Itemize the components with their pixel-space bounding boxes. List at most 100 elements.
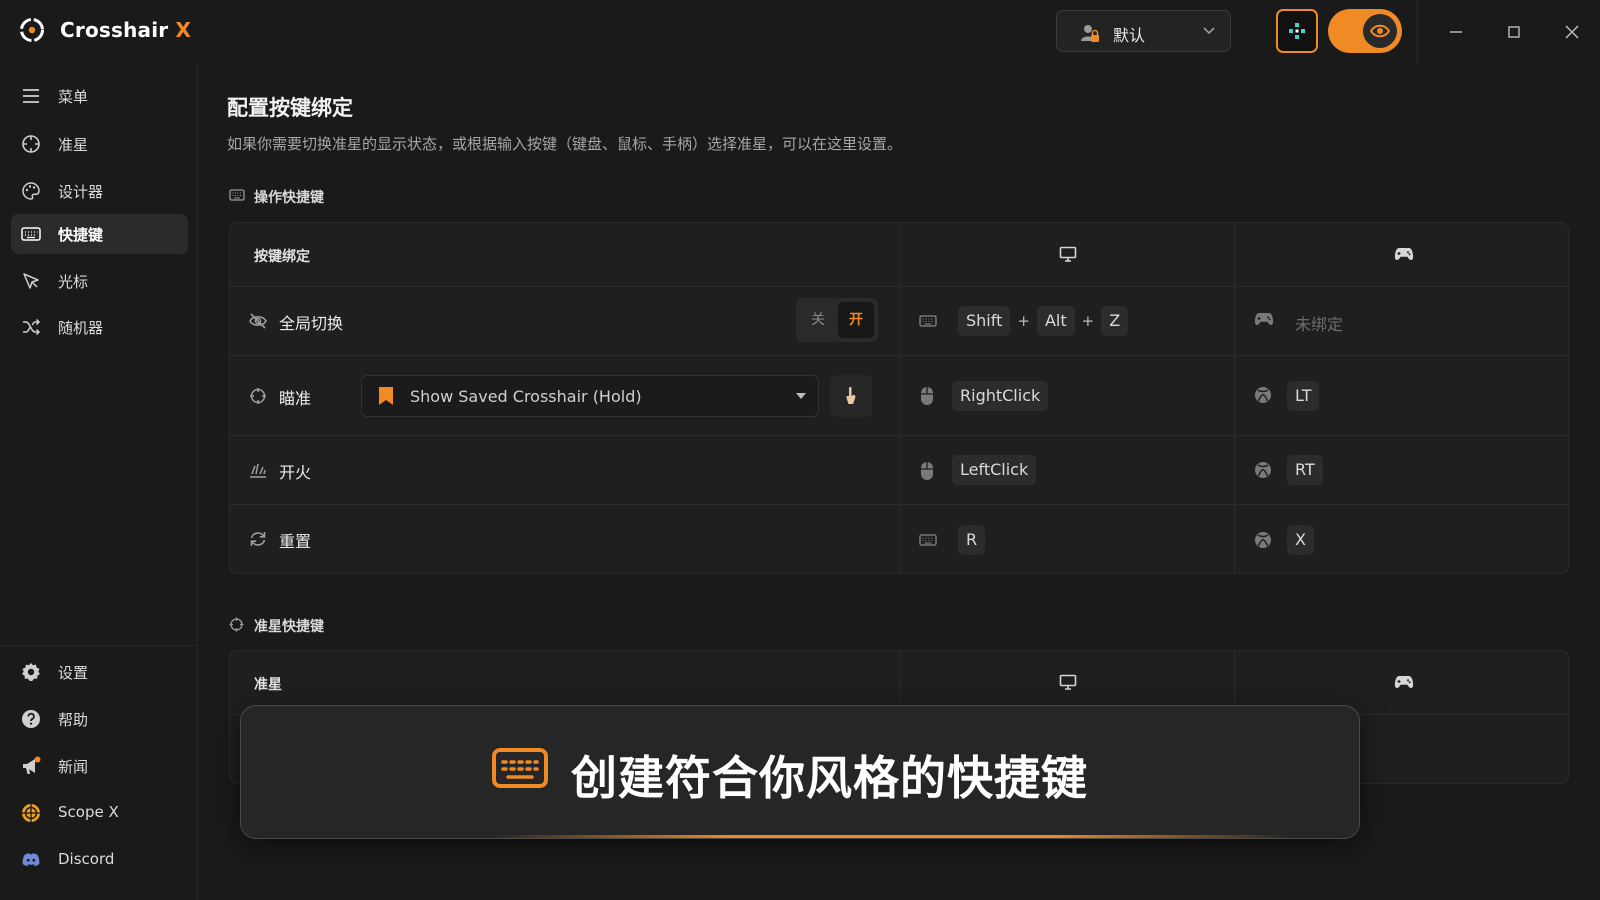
page-title: 配置按键绑定 (227, 96, 353, 120)
shuffle-icon (21, 317, 41, 337)
close-icon (1565, 25, 1579, 39)
maximize-button[interactable] (1502, 20, 1526, 44)
crosshair-action-dropdown[interactable]: Show Saved Crosshair (Hold) (361, 375, 819, 417)
gamepad-keybind-unbound[interactable]: 未绑定 (1295, 311, 1343, 335)
pc-keybind[interactable]: LeftClick (952, 455, 1037, 485)
sidebar-item-settings[interactable]: 设置 (11, 652, 188, 692)
sidebar-item-label: 随机器 (58, 319, 104, 337)
chevron-down-icon (1202, 26, 1216, 36)
app-title: Crosshair X (60, 18, 191, 42)
gamepad-icon (1394, 674, 1414, 690)
caret-down-icon (796, 393, 806, 399)
key-cap: X (1287, 525, 1314, 555)
app-title-suffix: X (175, 18, 192, 42)
key-cap: RightClick (952, 381, 1049, 411)
gamepad-keybind[interactable]: RT (1287, 455, 1323, 485)
minimize-icon (1450, 31, 1462, 33)
table-header: 按键绑定 (230, 223, 1568, 287)
sidebar-item-designer[interactable]: 设计器 (11, 171, 188, 211)
eye-icon (1370, 24, 1390, 38)
cursor-icon (21, 271, 41, 291)
monitor-icon (1059, 674, 1077, 690)
table-header-label: 按键绑定 (254, 249, 310, 265)
row-label: 开火 (279, 463, 312, 482)
sidebar-item-discord[interactable]: Discord (11, 840, 188, 880)
key-cap: Alt (1036, 306, 1075, 336)
profile-selector[interactable]: 默认 (1056, 10, 1231, 52)
close-button[interactable] (1560, 20, 1584, 44)
sidebar-item-randomizer[interactable]: 随机器 (11, 307, 188, 347)
app-logo-icon (18, 16, 46, 44)
table-row-aim: 瞄准 Show Saved Crosshair (Hold) RightClic… (230, 356, 1568, 436)
key-plus: + (1081, 312, 1095, 330)
pc-keybind[interactable]: R (958, 525, 986, 555)
keyboard-icon (919, 314, 937, 328)
table-row-fire: 开火 LeftClick RT (230, 436, 1568, 505)
key-cap: LT (1287, 381, 1320, 411)
sidebar-item-hotkeys[interactable]: 快捷键 (11, 214, 188, 254)
dropdown-value: Show Saved Crosshair (Hold) (410, 387, 642, 406)
row-label: 重置 (279, 532, 312, 551)
minimize-button[interactable] (1444, 20, 1468, 44)
sidebar-divider (0, 645, 198, 646)
sidebar-item-news[interactable]: 新闻 (11, 746, 188, 786)
sidebar-item-crosshair[interactable]: 准星 (11, 124, 188, 164)
sidebar-item-menu[interactable]: 菜单 (11, 76, 188, 116)
sidebar-item-label: 光标 (58, 273, 89, 291)
refresh-icon (249, 530, 267, 548)
sidebar-item-scope-x[interactable]: Scope X (11, 793, 188, 833)
sidebar-item-label: Scope X (58, 803, 119, 821)
discord-icon (21, 850, 41, 870)
hold-mode-button[interactable] (830, 375, 872, 417)
menu-icon (21, 86, 41, 106)
gear-icon (21, 662, 41, 682)
key-cap: Z (1101, 306, 1129, 336)
toggle-on-option[interactable]: 开 (838, 302, 874, 338)
key-cap: LeftClick (952, 455, 1037, 485)
maximize-icon (1508, 26, 1520, 38)
toggle-off-option[interactable]: 关 (800, 302, 836, 338)
sidebar-item-label: Discord (58, 850, 115, 868)
gamepad-keybind[interactable]: X (1287, 525, 1314, 555)
table-row-global-toggle: 全局切换 关 开 Shift + Alt + Z 未绑定 (230, 287, 1568, 356)
gamepad-icon (1394, 246, 1414, 262)
user-lock-icon (1079, 22, 1101, 44)
scope-icon (21, 803, 41, 823)
gamepad-keybind[interactable]: LT (1287, 381, 1320, 411)
sidebar-item-help[interactable]: 帮助 (11, 699, 188, 739)
window-controls-divider (1417, 0, 1418, 64)
app-title-text: Crosshair (60, 18, 169, 42)
megaphone-icon (21, 756, 41, 776)
gamepad-icon (1254, 311, 1274, 327)
dots-grid-icon (1289, 23, 1305, 39)
toggle-knob (1363, 14, 1397, 48)
pc-keybind[interactable]: Shift + Alt + Z (958, 306, 1129, 336)
action-hotkeys-table: 按键绑定 全局切换 关 开 Shift + Alt + Z 未绑定 瞄准 Sho… (229, 222, 1569, 574)
key-cap: Shift (958, 306, 1011, 336)
keyboard-icon (492, 748, 548, 788)
keyboard-icon (229, 188, 245, 202)
sidebar: 菜单 准星 设计器 快捷键 光标 随机器 设置 帮助 新闻 Scope X Di… (0, 64, 198, 900)
xbox-icon (1254, 531, 1272, 549)
profile-name: 默认 (1113, 26, 1146, 45)
help-icon (21, 709, 41, 729)
hand-press-icon (846, 386, 856, 404)
mouse-icon (920, 461, 934, 481)
overlay-grid-button[interactable] (1276, 9, 1318, 53)
keyboard-icon (919, 533, 937, 547)
keyboard-icon (21, 224, 41, 244)
key-plus: + (1017, 312, 1030, 330)
xbox-icon (1254, 386, 1272, 404)
sidebar-item-cursor[interactable]: 光标 (11, 261, 188, 301)
pc-keybind[interactable]: RightClick (952, 381, 1049, 411)
table-header-label: 准星 (254, 677, 282, 693)
section-heading-text: 操作快捷键 (254, 190, 324, 206)
section-heading-text: 准星快捷键 (254, 619, 324, 635)
fire-icon (249, 461, 267, 479)
mouse-icon (920, 386, 934, 406)
global-toggle-switch[interactable]: 关 开 (796, 298, 878, 342)
sidebar-item-label: 设置 (58, 664, 89, 682)
crosshair-visibility-toggle[interactable] (1328, 9, 1402, 53)
crosshair-icon (21, 134, 41, 154)
page-description: 如果你需要切换准星的显示状态，或根据输入按键（键盘、鼠标、手柄）选择准星，可以在… (227, 135, 903, 153)
